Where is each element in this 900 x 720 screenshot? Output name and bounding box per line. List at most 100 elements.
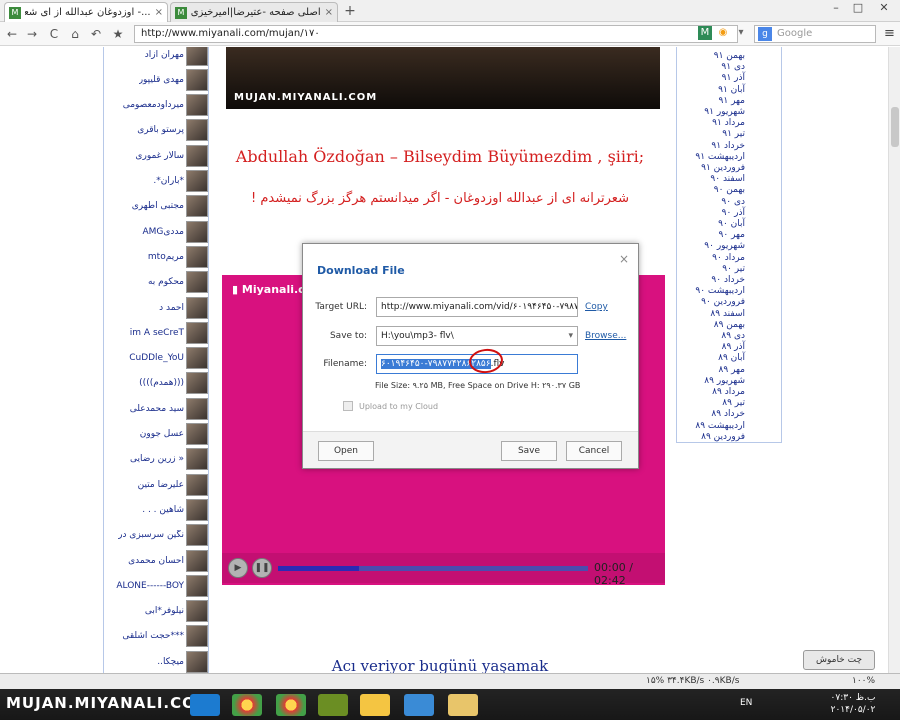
sidebar-user-name[interactable]: محکوم به bbox=[148, 277, 184, 287]
chat-status-button[interactable]: چت خاموش bbox=[803, 650, 875, 670]
sidebar-user-name[interactable]: im A seCreT bbox=[130, 328, 184, 338]
archive-link[interactable]: دی ۹۱ bbox=[677, 62, 745, 72]
sidebar-user[interactable]: احمد د bbox=[104, 295, 208, 320]
avatar[interactable] bbox=[186, 195, 208, 218]
back-icon[interactable]: ← bbox=[4, 26, 20, 42]
target-url-field[interactable]: http://www.miyanali.com/vid/۶۰۱۹۴۶۴۵۰-۷۹… bbox=[376, 297, 578, 317]
save-to-select[interactable]: H:\you\mp3- flv\ ▾ bbox=[376, 326, 578, 346]
archive-link[interactable]: فروردین ۸۹ bbox=[677, 432, 745, 442]
sidebar-user[interactable]: سید محمدعلی bbox=[104, 396, 208, 421]
sidebar-user[interactable]: مجتبی اطهری bbox=[104, 194, 208, 219]
avatar[interactable] bbox=[186, 397, 208, 420]
avatar[interactable] bbox=[186, 549, 208, 572]
archive-link[interactable]: شهریور ۹۱ bbox=[677, 107, 745, 117]
avatar[interactable] bbox=[186, 94, 208, 117]
sidebar-user-name[interactable]: ***حجت اشلقی bbox=[122, 631, 184, 641]
archive-link[interactable]: بهمن ۸۹ bbox=[677, 320, 745, 330]
sidebar-user[interactable]: میچکا.. bbox=[104, 649, 208, 673]
pause-icon[interactable]: ❚❚ bbox=[252, 558, 272, 578]
archive-link[interactable]: مهر ۹۱ bbox=[677, 96, 745, 106]
sidebar-user-name[interactable]: CuDDle_YoU bbox=[129, 353, 184, 363]
avatar[interactable] bbox=[186, 245, 208, 268]
sidebar-user-name[interactable]: مددیAMG bbox=[142, 227, 184, 237]
undo-icon[interactable]: ↶ bbox=[88, 26, 104, 42]
maximize-button[interactable]: □ bbox=[848, 1, 868, 15]
archive-link[interactable]: خرداد ۸۹ bbox=[677, 409, 745, 419]
forward-icon[interactable]: → bbox=[24, 26, 40, 42]
cancel-button[interactable]: Cancel bbox=[566, 441, 622, 461]
folder-taskbar-icon[interactable] bbox=[448, 694, 478, 716]
menu-icon[interactable]: ≡ bbox=[884, 26, 895, 41]
tab-close-icon[interactable]: × bbox=[325, 7, 333, 18]
archive-link[interactable]: آذر ۸۹ bbox=[677, 342, 745, 352]
language-indicator[interactable]: EN bbox=[740, 698, 752, 708]
archive-link[interactable]: شهریور ۸۹ bbox=[677, 376, 745, 386]
archive-link[interactable]: تیر ۸۹ bbox=[677, 398, 745, 408]
avatar[interactable] bbox=[186, 170, 208, 192]
play-icon[interactable]: ▶ bbox=[228, 558, 248, 578]
zoom-level[interactable]: ۱۰۰% bbox=[852, 674, 875, 689]
search-input[interactable]: g Google bbox=[754, 25, 876, 43]
archive-link[interactable]: تیر ۹۰ bbox=[677, 264, 745, 274]
sidebar-user-name[interactable]: عسل جوون bbox=[140, 429, 184, 439]
sidebar-user[interactable]: نیلوفر*ابی bbox=[104, 599, 208, 624]
archive-link[interactable]: تیر ۹۱ bbox=[677, 129, 745, 139]
sidebar-user[interactable]: شاهین . . . bbox=[104, 497, 208, 522]
new-tab-button[interactable]: + bbox=[342, 3, 358, 19]
close-window-button[interactable]: ✕ bbox=[874, 1, 894, 15]
sidebar-user[interactable]: محکوم به bbox=[104, 270, 208, 295]
sidebar-user-name[interactable]: نگین سرسبزی در bbox=[118, 530, 184, 540]
archive-link[interactable]: آبان ۸۹ bbox=[677, 353, 745, 363]
archive-link[interactable]: مرداد ۹۱ bbox=[677, 118, 745, 128]
sidebar-user[interactable]: میرداودمعصومی bbox=[104, 93, 208, 118]
open-button[interactable]: Open bbox=[318, 441, 374, 461]
sidebar-user[interactable]: « زرین رضایی bbox=[104, 447, 208, 472]
archive-link[interactable]: آبان ۹۱ bbox=[677, 85, 745, 95]
sidebar-user[interactable]: پرستو باقری bbox=[104, 118, 208, 143]
archive-link[interactable]: بهمن ۹۰ bbox=[677, 185, 745, 195]
browse-link[interactable]: Browse... bbox=[585, 331, 626, 341]
sidebar-user-name[interactable]: شاهین . . . bbox=[142, 505, 184, 515]
archive-link[interactable]: آذر ۹۰ bbox=[677, 208, 745, 218]
sidebar-user[interactable]: *باران*. bbox=[104, 169, 208, 194]
sidebar-user[interactable]: نگین سرسبزی در bbox=[104, 523, 208, 548]
avatar[interactable] bbox=[186, 524, 208, 547]
avatar[interactable] bbox=[186, 625, 208, 648]
avatar[interactable] bbox=[186, 271, 208, 294]
top-video-thumbnail[interactable]: MUJAN.MIYANALI.COM bbox=[226, 47, 660, 109]
tab-close-icon[interactable]: × bbox=[155, 7, 163, 18]
avatar[interactable] bbox=[186, 448, 208, 471]
avatar[interactable] bbox=[186, 347, 208, 370]
sidebar-user-name[interactable]: ALONE------BOY bbox=[116, 581, 184, 591]
avatar[interactable] bbox=[186, 119, 208, 142]
avatar[interactable] bbox=[186, 47, 208, 66]
archive-link[interactable]: مرداد ۸۹ bbox=[677, 387, 745, 397]
sidebar-user-name[interactable]: احسان محمدی bbox=[128, 556, 184, 566]
avatar[interactable] bbox=[186, 600, 208, 623]
sidebar-user-name[interactable]: سید محمدعلی bbox=[130, 404, 184, 414]
avatar[interactable] bbox=[186, 144, 208, 167]
sidebar-user-name[interactable]: میرداودمعصومی bbox=[123, 100, 184, 110]
dialog-close-icon[interactable]: × bbox=[619, 252, 629, 266]
chrome-taskbar-icon-2[interactable] bbox=[276, 694, 306, 716]
archive-link[interactable]: مهر ۹۰ bbox=[677, 230, 745, 240]
sidebar-user-name[interactable]: علیرضا متین bbox=[138, 480, 184, 490]
sidebar-user-name[interactable]: مهدی قلیپور bbox=[139, 75, 184, 85]
media-player-taskbar-icon[interactable] bbox=[360, 694, 390, 716]
avatar[interactable] bbox=[186, 68, 208, 91]
archive-link[interactable]: دی ۸۹ bbox=[677, 331, 745, 341]
sidebar-user-name[interactable]: (((همدم)))) bbox=[139, 378, 184, 388]
archive-link[interactable]: آبان ۹۰ bbox=[677, 219, 745, 229]
archive-link[interactable]: اردیبهشت ۹۰ bbox=[677, 286, 745, 296]
avatar[interactable] bbox=[186, 473, 208, 496]
sidebar-user[interactable]: احسان محمدی bbox=[104, 548, 208, 573]
scrollbar-thumb[interactable] bbox=[891, 107, 899, 147]
site-icon[interactable]: M bbox=[698, 26, 712, 40]
archive-link[interactable]: خرداد ۹۱ bbox=[677, 141, 745, 151]
archive-link[interactable]: اردیبهشت ۸۹ bbox=[677, 421, 745, 431]
sidebar-user[interactable]: CuDDle_YoU bbox=[104, 346, 208, 371]
tab-poem[interactable]: M ...- اوزدوغان عبدالله از ای شعرترانه × bbox=[4, 2, 168, 22]
sidebar-user-name[interactable]: احمد د bbox=[159, 303, 184, 313]
archive-link[interactable]: فروردین ۹۰ bbox=[677, 297, 745, 307]
address-bar[interactable]: http://www.miyanali.com/mujan/۱۷۰ bbox=[134, 25, 738, 43]
